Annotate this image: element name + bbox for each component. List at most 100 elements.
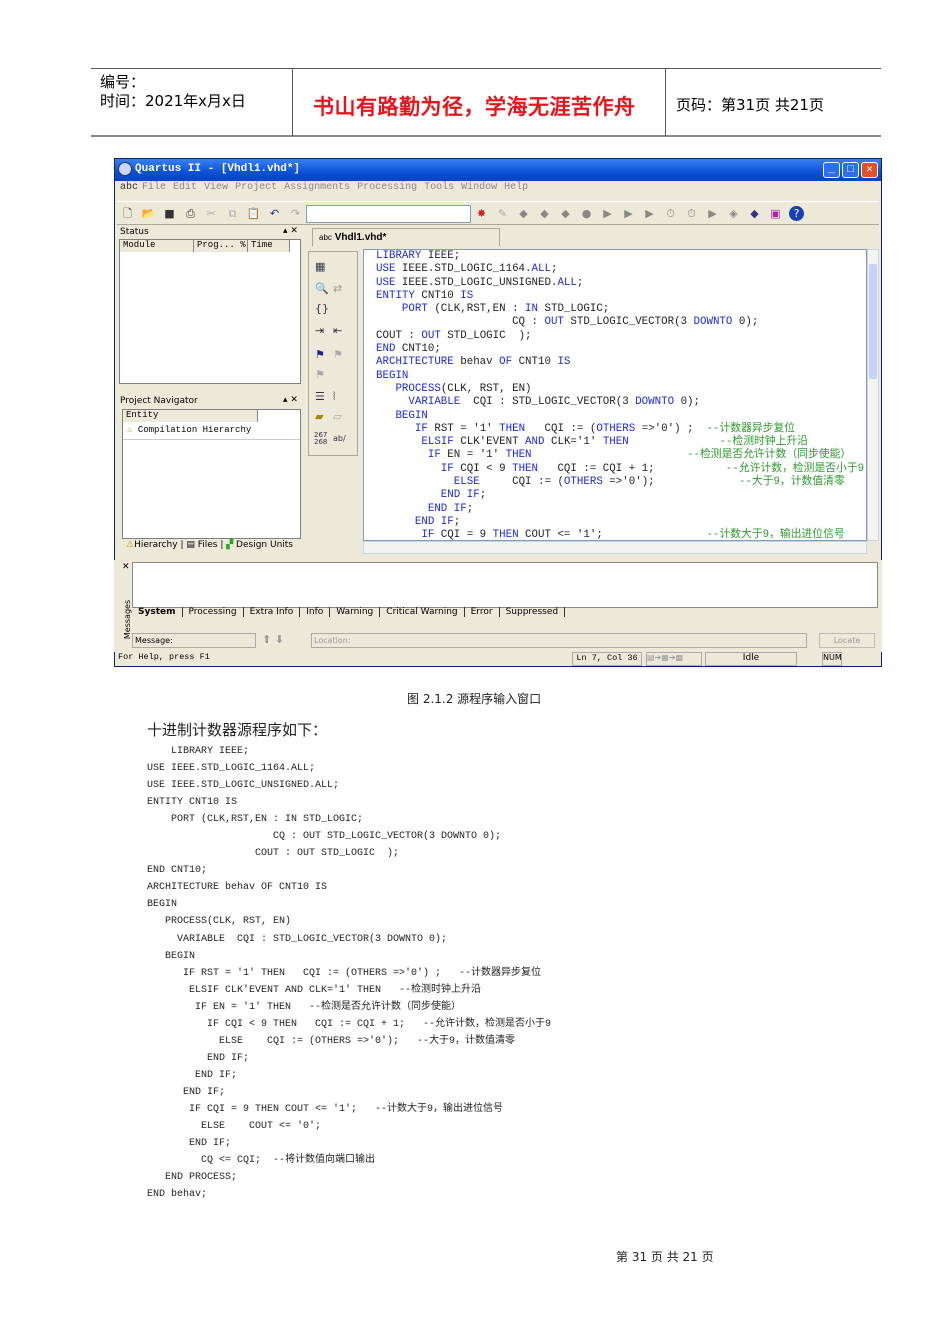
column-progress[interactable]: Prog... %: [194, 240, 248, 252]
code-text: STD_LOGIC );: [440, 329, 532, 342]
locate-button[interactable]: Locate: [819, 633, 875, 648]
project-navigator: Entity ⚠ Compilation Hierarchy: [122, 409, 301, 539]
tab-processing[interactable]: Processing: [183, 607, 244, 617]
compilation-hierarchy-item[interactable]: ⚠ Compilation Hierarchy: [127, 425, 251, 435]
fitter-icon[interactable]: ◆: [537, 206, 552, 221]
code-keyword: END IF: [440, 489, 480, 502]
word-wrap-icon[interactable]: ab/: [333, 434, 346, 443]
location-field[interactable]: Location:: [311, 633, 807, 648]
menu-edit[interactable]: Edit: [173, 182, 197, 193]
menu-help[interactable]: Help: [504, 182, 528, 193]
tab-files[interactable]: ▤ Files: [186, 540, 217, 550]
new-file-icon[interactable]: 🗋: [120, 206, 135, 221]
insert-template-icon[interactable]: ▦: [315, 260, 325, 273]
tab-warning[interactable]: Warning: [330, 607, 381, 617]
timing-analyzer-icon[interactable]: ⏱: [663, 206, 678, 221]
menu-tools[interactable]: Tools: [424, 182, 454, 193]
vertical-scrollbar[interactable]: [867, 249, 879, 541]
scroll-thumb[interactable]: [869, 264, 877, 379]
undo-icon[interactable]: ↶: [267, 206, 282, 221]
line-list-icon[interactable]: ☰: [315, 390, 325, 403]
previous-message-icon[interactable]: ⬆ ⬇: [262, 633, 284, 646]
page-number-label: 页码：第31页 共21页: [676, 96, 824, 114]
replace-icon[interactable]: ⇄: [333, 282, 342, 295]
code-line: END IF;: [364, 516, 866, 529]
assembler-icon[interactable]: ◆: [558, 206, 573, 221]
unindent-icon[interactable]: ⇤: [333, 324, 342, 337]
tab-error[interactable]: Error: [465, 607, 500, 617]
start-analysis-icon[interactable]: ▶: [621, 206, 636, 221]
tab-suppressed[interactable]: Suppressed: [500, 607, 566, 617]
tab-design-units[interactable]: ▞ Design Units: [226, 540, 293, 550]
tab-hierarchy[interactable]: ⚠Hierarchy: [126, 540, 178, 550]
menu-window[interactable]: Window: [461, 182, 497, 193]
tab-critical-warning[interactable]: Critical Warning: [380, 607, 465, 617]
code-line: PORT (CLK,RST,EN : IN STD_LOGIC;: [364, 303, 866, 316]
maximize-button[interactable]: □: [842, 162, 859, 178]
stop-icon[interactable]: ●: [579, 206, 594, 221]
code-text: (CLK, RST, EN): [440, 382, 532, 395]
menu-view[interactable]: View: [204, 182, 228, 193]
code-text: CLK'EVENT: [453, 436, 526, 449]
brackets-icon[interactable]: {}: [315, 302, 329, 315]
menu-file[interactable]: File: [142, 182, 166, 193]
minimize-button[interactable]: _: [823, 162, 840, 178]
project-combo[interactable]: [306, 205, 471, 223]
save-icon[interactable]: ■: [162, 206, 177, 221]
help-icon[interactable]: ?: [789, 206, 804, 221]
assign-pins-icon[interactable]: ✎: [495, 206, 510, 221]
code-text: STD_LOGIC;: [538, 303, 610, 316]
horizontal-scrollbar[interactable]: [363, 541, 867, 554]
code-text: ;: [453, 515, 461, 528]
rtl-viewer-icon[interactable]: ▣: [768, 206, 783, 221]
next-bookmark-icon[interactable]: ⚑: [333, 348, 343, 361]
indent-icon[interactable]: ⇥: [315, 324, 324, 337]
tab-system[interactable]: System: [132, 607, 183, 617]
compile-stop-icon[interactable]: ✸: [474, 206, 489, 221]
menu-project[interactable]: Project: [235, 182, 277, 193]
code-keyword: AND: [525, 436, 545, 449]
find-icon[interactable]: 🔍: [315, 282, 329, 295]
pane-close-icon[interactable]: ▴ ✕: [283, 226, 298, 236]
tab-info[interactable]: Info: [300, 607, 331, 617]
message-field[interactable]: Message:: [132, 633, 256, 648]
code-text: CQI < 9: [453, 462, 513, 475]
copy-icon[interactable]: ⧉: [225, 206, 240, 221]
messages-side-label: Messages: [123, 599, 133, 640]
menu-assignments[interactable]: Assignments: [284, 182, 350, 193]
listing-line: ELSE CQI := (OTHERS =>'0'); --大于9，计数值清零: [147, 1035, 516, 1047]
uncomment-icon[interactable]: ▱: [333, 410, 341, 423]
chip-planner-icon[interactable]: ◈: [726, 206, 741, 221]
code-text: behav: [453, 356, 500, 369]
code-editor[interactable]: LIBRARY IEEE; USE IEEE.STD_LOGIC_1164.ALL…: [363, 249, 867, 541]
comment-icon[interactable]: ▰: [315, 410, 323, 423]
code-text: CQ :: [376, 316, 545, 329]
attach-icon[interactable]: ⦚: [333, 390, 335, 404]
column-time[interactable]: Time: [248, 240, 290, 252]
column-entity[interactable]: Entity: [123, 410, 258, 422]
timer-icon[interactable]: ⏱: [684, 206, 699, 221]
open-folder-icon[interactable]: 📂: [141, 206, 156, 221]
listing-line: IF CQI < 9 THEN CQI := CQI + 1; --允许计数，检…: [147, 1018, 552, 1030]
print-icon[interactable]: ⎙: [183, 206, 198, 221]
start-timing-icon[interactable]: ▶: [642, 206, 657, 221]
listing-line: CQ <= CQI; --将计数值向端口输出: [147, 1155, 376, 1167]
tab-extra-info[interactable]: Extra Info: [244, 607, 301, 617]
paste-icon[interactable]: 📋: [246, 206, 261, 221]
code-text: CQI : STD_LOGIC_VECTOR(3: [460, 396, 636, 409]
simulation-icon[interactable]: ▶: [705, 206, 720, 221]
close-button[interactable]: ✕: [861, 162, 878, 178]
redo-icon[interactable]: ↷: [288, 206, 303, 221]
menu-processing[interactable]: Processing: [357, 182, 417, 193]
clear-bookmark-icon[interactable]: ⚑: [315, 368, 325, 381]
bookmark-icon[interactable]: ⚑: [315, 348, 325, 361]
start-compilation-icon[interactable]: ▶: [600, 206, 615, 221]
programmer-icon[interactable]: ◆: [747, 206, 762, 221]
cut-icon[interactable]: ✂: [204, 206, 219, 221]
messages-close-icon[interactable]: ✕: [122, 562, 130, 572]
analysis-icon[interactable]: ◆: [516, 206, 531, 221]
line-numbers-icon[interactable]: 267 268: [314, 432, 327, 446]
column-module[interactable]: Module: [120, 240, 194, 252]
tab-vhdl1[interactable]: abc Vhdl1.vhd*: [312, 228, 500, 246]
navigator-close-icon[interactable]: ▴ ✕: [283, 395, 298, 405]
